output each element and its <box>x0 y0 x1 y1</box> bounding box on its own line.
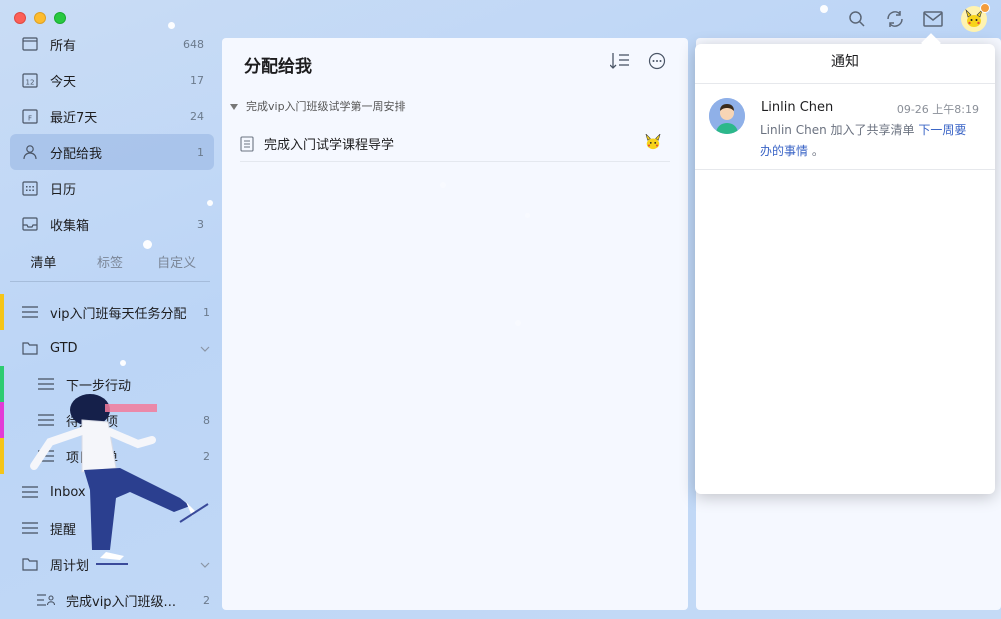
sidebar-item-label: 完成vip入门班级... <box>66 594 176 610</box>
minimize-window-button[interactable] <box>34 12 46 24</box>
sidebar-tabs: 清单 标签 自定义 <box>10 252 210 282</box>
tab-custom[interactable]: 自定义 <box>143 252 210 281</box>
sidebar-item-count: 3 <box>197 217 204 231</box>
sidebar-item-label: 收集箱 <box>50 218 90 234</box>
window-controls <box>14 12 66 24</box>
sidebar-item-count: 17 <box>190 73 204 87</box>
list-color-bar <box>0 366 4 402</box>
more-options-icon[interactable] <box>648 52 666 74</box>
notification-time: 09-26 上午8:19 <box>896 103 979 116</box>
shared-list-icon <box>36 590 56 610</box>
pikachu-avatar-icon <box>644 132 662 154</box>
sidebar-item-vip-first-week[interactable]: 完成vip入门班级... 2 <box>0 582 222 618</box>
snowflake <box>820 5 828 13</box>
skater-illustration <box>30 394 209 565</box>
notification-body: Linlin Chen 加入了共享清单 下一周要办的事情 。 <box>760 120 975 162</box>
tab-lists[interactable]: 清单 <box>10 252 77 281</box>
notification-popover: 通知 Linlin Chen 09-26 上午8:19 Linlin Chen … <box>695 44 995 494</box>
user-avatar[interactable] <box>961 3 990 32</box>
list-icon <box>20 302 40 322</box>
sidebar-folder-gtd[interactable]: GTD <box>0 330 222 366</box>
group-header-label: 完成vip入门班级试学第一周安排 <box>246 100 406 113</box>
sidebar-item-count: 648 <box>183 37 204 51</box>
tab-tags[interactable]: 标签 <box>77 252 144 281</box>
sidebar-item-today[interactable]: 12 今天 17 <box>10 62 214 98</box>
group-header[interactable]: 完成vip入门班级试学第一周安排 <box>230 98 406 114</box>
sidebar-item-count: 24 <box>190 109 204 123</box>
sidebar-item-label: vip入门班每天任务分配 <box>50 306 187 322</box>
list-color-bar <box>0 438 4 474</box>
avatar <box>709 98 745 134</box>
popover-title: 通知 <box>695 44 995 84</box>
sidebar-item-label: GTD <box>50 340 78 356</box>
calendar-grid-icon <box>20 178 40 198</box>
mail-icon[interactable] <box>923 9 943 29</box>
folder-icon <box>20 338 40 358</box>
zoom-window-button[interactable] <box>54 12 66 24</box>
main-toolbar <box>609 52 666 74</box>
task-row[interactable]: 完成入门试学课程导学 <box>240 126 670 162</box>
sidebar-item-label: 所有 <box>50 38 77 54</box>
calendar-week-icon: F <box>20 106 40 126</box>
svg-text:12: 12 <box>26 79 35 87</box>
notification-suffix: 。 <box>811 144 824 158</box>
sort-icon[interactable] <box>609 52 630 74</box>
sidebar-item-label: 今天 <box>50 74 77 90</box>
sidebar-item-label: 日历 <box>50 182 77 198</box>
sidebar-item-label: 最近7天 <box>50 110 98 126</box>
task-title: 完成入门试学课程导学 <box>264 138 395 153</box>
svg-text:F: F <box>28 115 32 123</box>
notification-text: Linlin Chen 加入了共享清单 <box>760 123 915 137</box>
assigned-user-icon <box>20 142 40 162</box>
close-window-button[interactable] <box>14 12 26 24</box>
page-title: 分配给我 <box>244 57 312 77</box>
sidebar-item-calendar[interactable]: 日历 <box>10 170 214 206</box>
task-note-icon[interactable] <box>240 135 258 152</box>
sidebar-item-assigned-to-me[interactable]: 分配给我 1 <box>10 134 214 170</box>
task-list-panel: 分配给我 完成vip入门班级试学第一周安排 完成入门试学课程导学 <box>222 38 688 610</box>
chevron-down-icon[interactable] <box>200 342 210 355</box>
search-icon[interactable] <box>847 9 867 29</box>
sidebar-item-vip-daily[interactable]: vip入门班每天任务分配 1 <box>0 294 222 330</box>
sidebar-item-next-7-days[interactable]: F 最近7天 24 <box>10 98 214 134</box>
notification-badge <box>980 3 990 13</box>
sidebar-item-inbox[interactable]: 收集箱 3 <box>10 206 214 242</box>
sync-icon[interactable] <box>885 9 905 29</box>
sidebar-item-all[interactable]: 所有 648 <box>10 26 214 62</box>
sidebar-item-label: 分配给我 <box>50 146 103 162</box>
notification-item[interactable]: Linlin Chen 09-26 上午8:19 Linlin Chen 加入了… <box>695 84 995 170</box>
sidebar-item-count: 2 <box>203 593 210 607</box>
top-toolbar <box>847 3 990 32</box>
list-color-bar <box>0 294 4 330</box>
sidebar-item-count: 1 <box>203 305 210 319</box>
calendar-today-icon: 12 <box>20 70 40 90</box>
notification-sender: Linlin Chen <box>761 100 834 115</box>
sidebar-item-count: 1 <box>197 145 204 159</box>
inbox-tray-icon <box>20 214 40 234</box>
inbox-all-icon <box>20 34 40 54</box>
list-color-bar <box>0 402 4 438</box>
collapse-triangle-icon[interactable] <box>230 100 238 113</box>
